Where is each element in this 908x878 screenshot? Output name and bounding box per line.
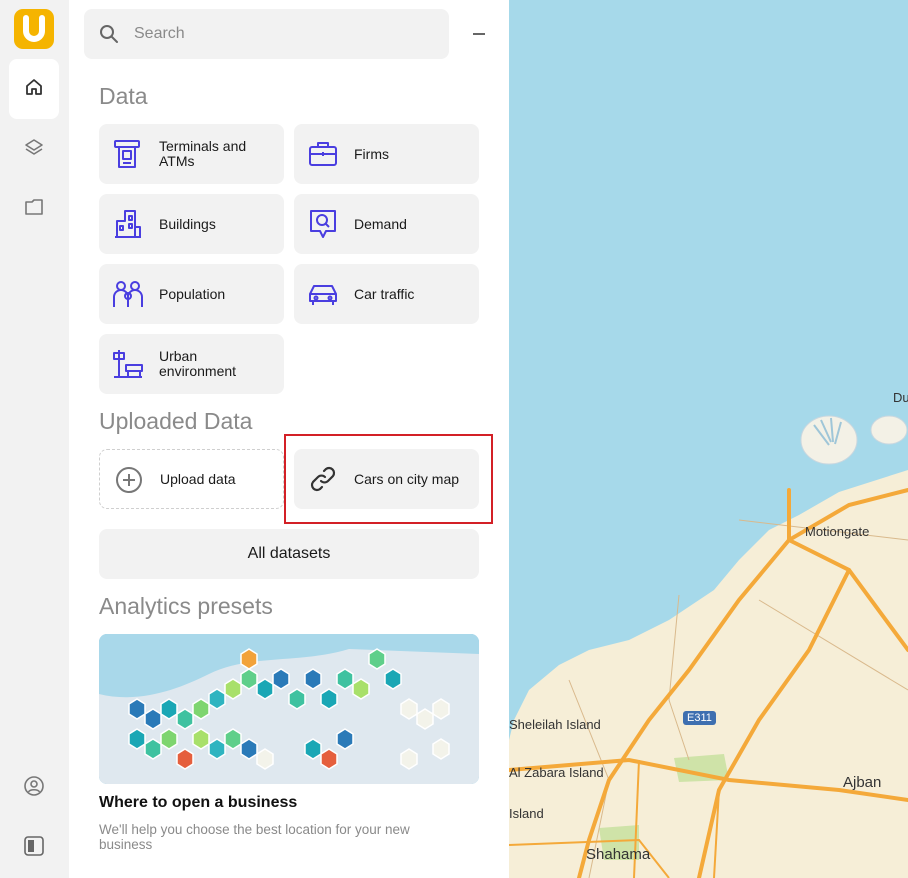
sidebar-toggle-icon — [23, 835, 45, 862]
map-label-shahama[interactable]: Shahama — [586, 846, 650, 863]
preset-title[interactable]: Where to open a business — [99, 794, 297, 812]
search-icon — [99, 24, 119, 49]
map-label-island[interactable]: Island — [509, 806, 544, 821]
tile-label: Buildings — [159, 215, 216, 232]
layers-nav-button[interactable] — [9, 119, 59, 179]
demand-search-icon — [306, 207, 340, 241]
tile-demand[interactable]: Demand — [294, 194, 479, 254]
search-input[interactable] — [134, 9, 434, 59]
tile-firms[interactable]: Firms — [294, 124, 479, 184]
road-shield-e311: E311 — [683, 711, 716, 725]
tile-label: Demand — [354, 215, 407, 232]
data-section-title: Data — [99, 83, 148, 109]
folder-nav-button[interactable] — [9, 179, 59, 239]
tile-population[interactable]: Population — [99, 264, 284, 324]
briefcase-icon — [306, 137, 340, 171]
tile-urban-environment[interactable]: Urban environment — [99, 334, 284, 394]
collapse-panel-button[interactable] — [471, 22, 487, 38]
highlight-frame — [284, 434, 493, 524]
map-canvas[interactable]: Motiongate Sheleilah Island Al Zabara Is… — [509, 0, 908, 878]
home-nav-button[interactable] — [9, 59, 59, 119]
app-logo[interactable] — [14, 9, 54, 49]
home-icon — [24, 77, 44, 102]
upload-data-button[interactable]: Upload data — [99, 449, 284, 509]
folder-icon — [24, 197, 44, 222]
map-label-ajban[interactable]: Ajban — [843, 774, 881, 791]
population-icon — [111, 277, 145, 311]
search-box[interactable] — [84, 9, 449, 59]
nav-rail — [0, 0, 69, 878]
tile-car-traffic[interactable]: Car traffic — [294, 264, 479, 324]
tile-label: Urban environment — [159, 348, 237, 379]
tile-buildings[interactable]: Buildings — [99, 194, 284, 254]
toggle-panel-button[interactable] — [9, 818, 59, 878]
preset-thumbnail[interactable] — [99, 634, 479, 784]
map-graphic — [509, 0, 908, 878]
terminal-atm-icon — [111, 137, 145, 171]
uploaded-section-title: Uploaded Data — [99, 408, 253, 434]
user-circle-icon — [23, 775, 45, 802]
layers-icon — [24, 137, 44, 162]
plus-circle-icon — [112, 463, 146, 497]
all-datasets-button[interactable]: All datasets — [99, 529, 479, 579]
urban-environment-icon — [111, 347, 145, 381]
tile-label: Population — [159, 285, 226, 302]
presets-section-title: Analytics presets — [99, 593, 273, 619]
preset-description: We'll help you choose the best location … — [99, 822, 410, 852]
tile-label: Firms — [354, 145, 389, 162]
map-label-motiongate[interactable]: Motiongate — [805, 524, 869, 539]
tile-label: Upload data — [160, 470, 236, 487]
buildings-icon — [111, 207, 145, 241]
map-label-du[interactable]: Du — [893, 390, 908, 405]
profile-nav-button[interactable] — [9, 758, 59, 818]
map-label-sheleilah[interactable]: Sheleilah Island — [509, 717, 601, 732]
tile-terminals-atms[interactable]: Terminals and ATMs — [99, 124, 284, 184]
car-icon — [306, 277, 340, 311]
map-label-zabara[interactable]: Al Zabara Island — [509, 765, 604, 780]
tile-label: Car traffic — [354, 285, 415, 302]
tile-label: Terminals and ATMs — [159, 138, 247, 169]
